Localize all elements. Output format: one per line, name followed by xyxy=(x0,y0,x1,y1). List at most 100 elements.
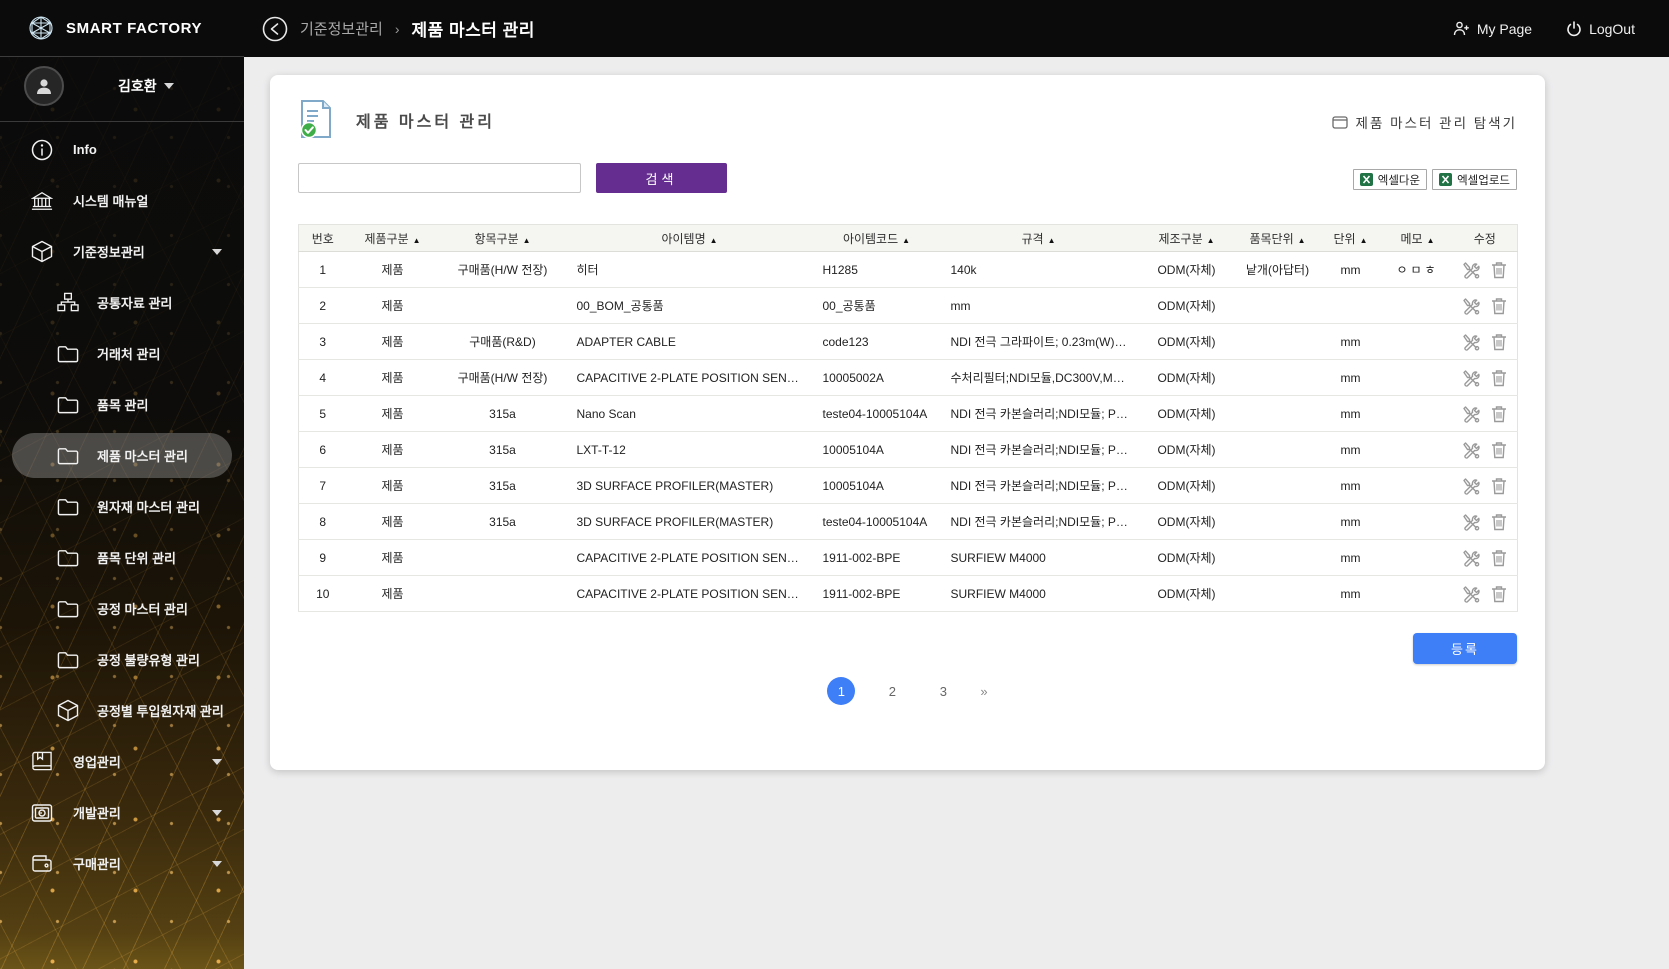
sidebar-item-product-master[interactable]: 제품 마스터 관리 xyxy=(0,430,244,481)
edit-tools-icon[interactable] xyxy=(1462,333,1480,351)
sidebar-item-sales[interactable]: 영업관리 xyxy=(0,736,244,787)
sidebar-item-dev[interactable]: 개발관리 xyxy=(0,787,244,838)
cell-actions xyxy=(1453,360,1518,396)
cell-4: 10005104A xyxy=(813,432,941,468)
delete-trash-icon[interactable] xyxy=(1491,477,1507,495)
sidebar-item-process-material[interactable]: 공정별 투입원자재 관리 xyxy=(0,685,244,736)
delete-trash-icon[interactable] xyxy=(1491,513,1507,531)
page-1[interactable]: 1 xyxy=(827,677,855,705)
excel-download-button[interactable]: 엑셀다운 xyxy=(1353,169,1427,190)
breadcrumb-current: 제품 마스터 관리 xyxy=(411,16,534,41)
sort-asc-icon[interactable]: ▲ xyxy=(1048,236,1056,245)
delete-trash-icon[interactable] xyxy=(1491,369,1507,387)
sort-asc-icon[interactable]: ▲ xyxy=(902,236,910,245)
explorer-link[interactable]: 제품 마스터 관리 탐색기 xyxy=(1332,112,1517,132)
column-header[interactable]: 항목구분▲ xyxy=(439,225,567,252)
sidebar-item-label: Info xyxy=(73,142,97,157)
cell-4: 00_공통품 xyxy=(813,288,941,324)
cell-3: 히터 xyxy=(567,252,813,288)
sidebar-item-item-unit[interactable]: 품목 단위 관리 xyxy=(0,532,244,583)
edit-tools-icon[interactable] xyxy=(1462,585,1480,603)
delete-trash-icon[interactable] xyxy=(1491,297,1507,315)
cell-0: 6 xyxy=(299,432,347,468)
sort-asc-icon[interactable]: ▲ xyxy=(1298,236,1306,245)
user-menu[interactable]: 김호환 xyxy=(118,76,174,96)
my-page-link[interactable]: My Page xyxy=(1453,21,1532,37)
delete-trash-icon[interactable] xyxy=(1491,261,1507,279)
cell-0: 7 xyxy=(299,468,347,504)
sort-asc-icon[interactable]: ▲ xyxy=(1427,236,1435,245)
table-header-row: 번호제품구분▲항목구분▲아이템명▲아이템코드▲규격▲제조구분▲품목단위▲단위▲메… xyxy=(299,225,1518,252)
delete-trash-icon[interactable] xyxy=(1491,585,1507,603)
page-2[interactable]: 2 xyxy=(878,677,906,705)
cell-6: ODM(자체) xyxy=(1137,504,1237,540)
cell-3: 3D SURFACE PROFILER(MASTER) xyxy=(567,504,813,540)
breadcrumb-parent[interactable]: 기준정보관리 xyxy=(300,18,383,39)
edit-tools-icon[interactable] xyxy=(1462,297,1480,315)
page-next[interactable]: » xyxy=(980,684,987,699)
excel-upload-button[interactable]: 엑셀업로드 xyxy=(1432,169,1517,190)
edit-tools-icon[interactable] xyxy=(1462,261,1480,279)
edit-tools-icon[interactable] xyxy=(1462,369,1480,387)
back-arrow-icon[interactable] xyxy=(262,16,288,42)
cell-4: code123 xyxy=(813,324,941,360)
edit-tools-icon[interactable] xyxy=(1462,441,1480,459)
sort-asc-icon[interactable]: ▲ xyxy=(710,236,718,245)
sidebar-item-common-data[interactable]: 공통자료 관리 xyxy=(0,277,244,328)
register-button[interactable]: 등록 xyxy=(1413,633,1517,664)
delete-trash-icon[interactable] xyxy=(1491,405,1507,423)
logout-link[interactable]: LogOut xyxy=(1566,21,1635,37)
edit-tools-icon[interactable] xyxy=(1462,405,1480,423)
cell-actions xyxy=(1453,252,1518,288)
cell-6: ODM(자체) xyxy=(1137,576,1237,612)
sort-asc-icon[interactable]: ▲ xyxy=(523,236,531,245)
column-header[interactable]: 단위▲ xyxy=(1319,225,1383,252)
sidebar-item-info[interactable]: Info xyxy=(0,124,244,175)
bank-icon xyxy=(31,190,53,212)
cell-4: 10005104A xyxy=(813,468,941,504)
column-header[interactable]: 제품구분▲ xyxy=(347,225,439,252)
column-header[interactable]: 메모▲ xyxy=(1383,225,1453,252)
sort-asc-icon[interactable]: ▲ xyxy=(1360,236,1368,245)
cell-3: CAPACITIVE 2-PLATE POSITION SENSOR xyxy=(567,540,813,576)
sidebar-item-clients[interactable]: 거래처 관리 xyxy=(0,328,244,379)
cell-7 xyxy=(1237,324,1319,360)
delete-trash-icon[interactable] xyxy=(1491,549,1507,567)
avatar[interactable] xyxy=(24,66,64,106)
column-header: 수정 xyxy=(1453,225,1518,252)
column-header[interactable]: 아이템명▲ xyxy=(567,225,813,252)
cell-actions xyxy=(1453,468,1518,504)
cell-7 xyxy=(1237,288,1319,324)
sidebar-item-material-master[interactable]: 원자재 마스터 관리 xyxy=(0,481,244,532)
sidebar-item-system-manual[interactable]: 시스템 매뉴얼 xyxy=(0,175,244,226)
sidebar-item-process-defect[interactable]: 공정 불량유형 관리 xyxy=(0,634,244,685)
sort-asc-icon[interactable]: ▲ xyxy=(1207,236,1215,245)
cell-6: ODM(자체) xyxy=(1137,360,1237,396)
user-plus-icon xyxy=(1453,21,1470,36)
delete-trash-icon[interactable] xyxy=(1491,333,1507,351)
column-header[interactable]: 규격▲ xyxy=(941,225,1137,252)
table-row: 5제품315aNano Scanteste04-10005104ANDI 전극 … xyxy=(299,396,1518,432)
sort-asc-icon[interactable]: ▲ xyxy=(413,236,421,245)
cell-3: CAPACITIVE 2-PLATE POSITION SENSOR xyxy=(567,360,813,396)
page-3[interactable]: 3 xyxy=(929,677,957,705)
edit-tools-icon[interactable] xyxy=(1462,513,1480,531)
edit-tools-icon[interactable] xyxy=(1462,477,1480,495)
cell-2: 구매품(H/W 전장) xyxy=(439,252,567,288)
edit-tools-icon[interactable] xyxy=(1462,549,1480,567)
search-button[interactable]: 검색 xyxy=(596,163,727,193)
folder-icon xyxy=(57,344,79,363)
cell-4: 10005002A xyxy=(813,360,941,396)
column-header[interactable]: 제조구분▲ xyxy=(1137,225,1237,252)
sidebar-item-purchase[interactable]: 구매관리 xyxy=(0,838,244,889)
cell-6: ODM(자체) xyxy=(1137,468,1237,504)
column-header[interactable]: 품목단위▲ xyxy=(1237,225,1319,252)
cell-7 xyxy=(1237,576,1319,612)
sidebar-item-process-master[interactable]: 공정 마스터 관리 xyxy=(0,583,244,634)
delete-trash-icon[interactable] xyxy=(1491,441,1507,459)
sidebar-item-base-info[interactable]: 기준정보관리 xyxy=(0,226,244,277)
search-input[interactable] xyxy=(298,163,581,193)
cell-0: 2 xyxy=(299,288,347,324)
sidebar-item-item-mgmt[interactable]: 품목 관리 xyxy=(0,379,244,430)
column-header[interactable]: 아이템코드▲ xyxy=(813,225,941,252)
